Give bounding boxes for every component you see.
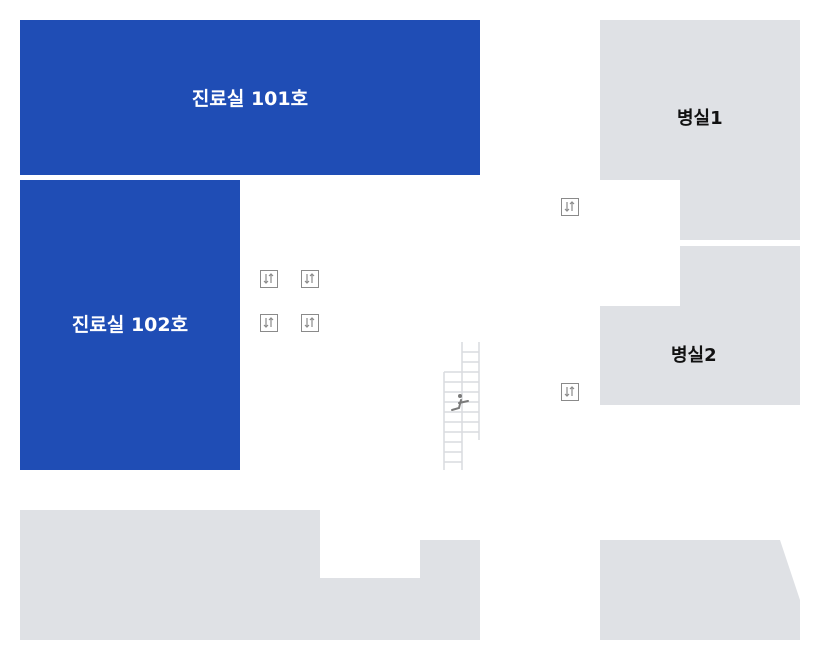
room-ward-1[interactable] (600, 20, 800, 240)
stairs-icon (443, 342, 480, 470)
room-bottom-left[interactable] (20, 510, 480, 640)
room-ward-2-label: 병실2 (671, 345, 717, 366)
room-ward-1-label: 병실1 (677, 108, 723, 129)
elevator-icon[interactable] (260, 270, 278, 288)
elevator-icon[interactable] (301, 314, 319, 332)
room-ward-2[interactable] (600, 246, 800, 405)
floor-map: 진료실 101호 진료실 102호 병실1 병실2 (0, 0, 820, 660)
elevator-icon[interactable] (561, 383, 579, 401)
elevator-icon[interactable] (561, 198, 579, 216)
elevator-icon[interactable] (260, 314, 278, 332)
gray-blocks (20, 20, 800, 640)
room-bottom-right[interactable] (600, 540, 800, 640)
elevator-icon[interactable] (301, 270, 319, 288)
